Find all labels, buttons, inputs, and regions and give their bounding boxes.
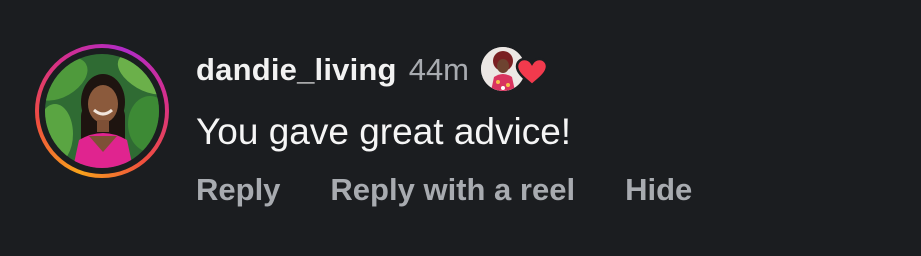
reply-button[interactable]: Reply [196, 172, 280, 208]
hide-button[interactable]: Hide [625, 172, 692, 208]
heart-icon [515, 57, 549, 87]
avatar-photo [45, 54, 159, 168]
comment-header: dandie_living 44m [196, 44, 549, 96]
username[interactable]: dandie_living [196, 52, 397, 88]
liked-by-author-indicator [481, 45, 549, 95]
comment: dandie_living 44m You gave great advice! [0, 0, 921, 256]
comment-text: You gave great advice! [196, 111, 572, 152]
avatar[interactable] [35, 44, 169, 178]
timestamp: 44m [408, 52, 470, 87]
comment-actions: Reply Reply with a reel Hide [196, 165, 692, 215]
avatar-image [45, 54, 159, 168]
avatar-story-ring-gap [39, 48, 165, 174]
reply-with-reel-button[interactable]: Reply with a reel [330, 172, 575, 208]
